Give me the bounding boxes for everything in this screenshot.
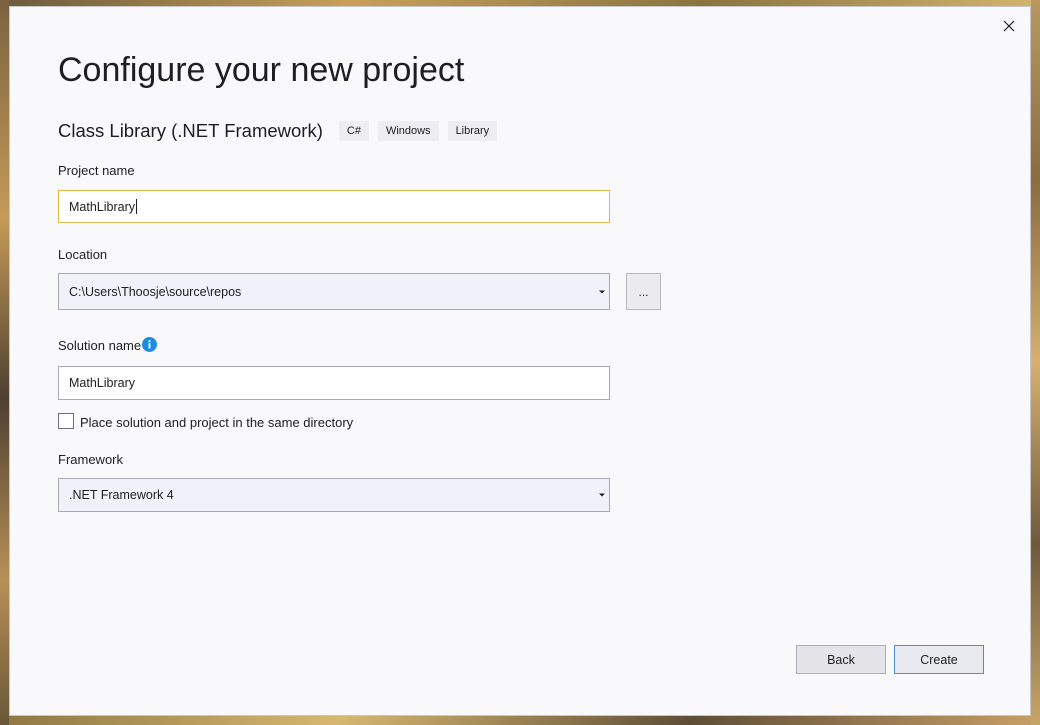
- text-caret: [136, 199, 137, 214]
- tag-language: C#: [338, 121, 369, 141]
- template-summary: Class Library (.NET Framework) C# Window…: [58, 119, 506, 143]
- close-button[interactable]: [997, 14, 1021, 38]
- project-name-label: Project name: [58, 163, 135, 178]
- configure-project-dialog: Configure your new project Class Library…: [9, 6, 1031, 716]
- template-name: Class Library (.NET Framework): [58, 120, 323, 141]
- framework-combobox[interactable]: .NET Framework 4: [58, 478, 610, 512]
- chevron-down-icon: [599, 290, 605, 293]
- tag-project-type: Library: [447, 121, 498, 141]
- desktop-backdrop-left: [0, 0, 9, 725]
- info-glyph: [148, 340, 151, 349]
- info-icon[interactable]: [142, 337, 157, 352]
- solution-name-label: Solution name: [58, 338, 142, 353]
- location-label: Location: [58, 247, 108, 262]
- framework-value: .NET Framework 4: [69, 488, 174, 502]
- create-button[interactable]: Create: [894, 645, 984, 674]
- chevron-down-icon: [599, 493, 605, 497]
- desktop-backdrop-right: [1031, 0, 1040, 725]
- page-title: Configure your new project: [58, 51, 465, 89]
- location-combobox[interactable]: C:\Users\Thoosje\source\repos: [58, 273, 610, 310]
- close-icon: [1003, 20, 1015, 32]
- back-button[interactable]: Back: [796, 645, 886, 674]
- tag-platform: Windows: [377, 121, 439, 141]
- project-name-input[interactable]: MathLibrary: [58, 190, 610, 223]
- same-directory-checkbox[interactable]: [58, 413, 74, 429]
- browse-location-button[interactable]: ...: [626, 273, 661, 310]
- same-directory-label[interactable]: Place solution and project in the same d…: [80, 415, 353, 430]
- framework-label: Framework: [58, 452, 124, 467]
- solution-name-value: MathLibrary: [69, 376, 135, 390]
- location-value: C:\Users\Thoosje\source\repos: [69, 284, 242, 299]
- solution-name-input[interactable]: MathLibrary: [58, 366, 610, 400]
- project-name-value: MathLibrary: [69, 199, 135, 214]
